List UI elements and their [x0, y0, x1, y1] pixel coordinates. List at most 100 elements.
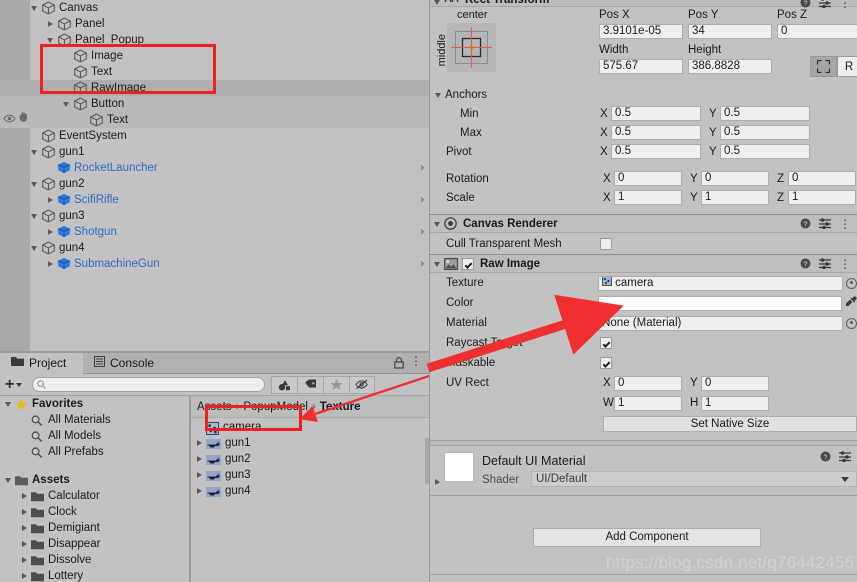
project-file-item-gun2[interactable]: gun2 — [191, 451, 430, 467]
kebab-menu-icon[interactable]: ⋮ — [839, 218, 851, 230]
uv-rect-y-field[interactable]: 0 — [701, 375, 769, 391]
foldout-arrow-icon[interactable] — [433, 0, 444, 7]
hierarchy-item-gun1[interactable]: gun1 — [0, 144, 430, 160]
project-tree-item-calculator[interactable]: Calculator — [0, 488, 189, 504]
project-file-item-camera[interactable]: camera — [191, 419, 430, 435]
hierarchy-project-splitter[interactable] — [0, 351, 430, 353]
preset-icon[interactable] — [839, 450, 851, 465]
foldout-arrow-icon[interactable] — [62, 48, 73, 64]
anchor-min-y-field[interactable]: 0.5 — [720, 106, 810, 121]
foldout-arrow-icon[interactable] — [195, 483, 206, 499]
help-icon[interactable]: ? — [820, 451, 831, 465]
hierarchy-item-panel[interactable]: Panel — [0, 16, 430, 32]
project-tree-item-all-materials[interactable]: All Materials — [0, 412, 189, 428]
uv-rect-w-field[interactable]: 1 — [614, 395, 682, 411]
preset-icon[interactable] — [819, 257, 831, 272]
hierarchy-item-canvas[interactable]: Canvas — [0, 0, 430, 16]
foldout-arrow-icon[interactable] — [30, 176, 41, 192]
maskable-checkbox[interactable] — [600, 357, 612, 369]
foldout-arrow-icon[interactable] — [46, 16, 57, 32]
rotation-y-field[interactable]: 0 — [701, 171, 769, 186]
material-foldout-arrow-icon[interactable] — [433, 474, 444, 490]
anchor-preset-button[interactable] — [447, 23, 496, 72]
pos-z-field[interactable]: 0 — [777, 24, 857, 39]
project-file-list[interactable]: Assets › PopupModel › Texture camera gun1 gun2… — [191, 396, 430, 582]
texture-row[interactable]: Texture camera — [430, 273, 857, 293]
anchor-max-y-field[interactable]: 0.5 — [720, 125, 810, 140]
foldout-arrow-icon[interactable] — [46, 224, 57, 240]
anchor-max-x-field[interactable]: 0.5 — [611, 125, 701, 140]
project-file-item-gun3[interactable]: gun3 — [191, 467, 430, 483]
rotation-x-field[interactable]: 0 — [614, 171, 682, 186]
anchor-min-row[interactable]: Min X 0.5 Y 0.5 — [430, 104, 857, 123]
height-field[interactable]: 386.8828 — [688, 59, 772, 74]
pivot-x-field[interactable]: 0.5 — [611, 144, 701, 159]
component-header-raw-image[interactable]: Raw Image ? ⋮ — [430, 254, 857, 273]
foldout-arrow-icon[interactable] — [62, 64, 73, 80]
pickability-hand-icon[interactable] — [19, 112, 31, 128]
foldout-arrow-icon[interactable] — [20, 444, 31, 460]
favorite-star-icon[interactable] — [323, 375, 350, 394]
hierarchy-item-gun4[interactable]: gun4 — [0, 240, 430, 256]
chevron-right-icon[interactable]: › — [420, 256, 424, 272]
foldout-arrow-icon[interactable] — [195, 435, 206, 451]
raycast-target-row[interactable]: Raycast Target — [430, 333, 857, 353]
color-row[interactable]: Color — [430, 293, 857, 313]
visibility-eye-icon[interactable] — [3, 112, 16, 128]
texture-object-picker-icon[interactable] — [846, 277, 857, 289]
hierarchy-item-button[interactable]: Button — [0, 96, 430, 112]
foldout-arrow-icon[interactable] — [195, 451, 206, 467]
cull-transparent-mesh-row[interactable]: Cull Transparent Mesh — [430, 233, 857, 254]
breadcrumb-item-texture[interactable]: Texture — [320, 396, 361, 418]
rotation-z-field[interactable]: 0 — [788, 171, 856, 186]
hierarchy-item-text[interactable]: Text — [0, 64, 430, 80]
rotation-row[interactable]: Rotation X 0 Y 0 Z 0 — [430, 169, 857, 188]
foldout-arrow-icon[interactable] — [20, 568, 31, 582]
hidden-packages-icon[interactable] — [349, 375, 376, 394]
inspector-panel[interactable]: Rect Transform ? ⋮ center middle Pos X P… — [430, 0, 857, 582]
breadcrumb[interactable]: Assets › PopupModel › Texture — [191, 396, 430, 418]
chevron-right-icon[interactable]: › — [420, 224, 424, 240]
foldout-arrow-icon[interactable] — [30, 208, 41, 224]
project-tabbar[interactable]: Project Console ⋮ — [0, 352, 430, 374]
help-icon[interactable]: ? — [800, 258, 811, 272]
width-field[interactable]: 575.67 — [599, 59, 683, 74]
foldout-arrow-icon[interactable] — [78, 112, 89, 128]
tab-console[interactable]: Console — [83, 352, 166, 374]
label-tag-icon[interactable] — [297, 375, 324, 394]
foldout-arrow-icon[interactable] — [30, 0, 41, 16]
foldout-arrow-icon[interactable] — [62, 96, 73, 112]
hierarchy-tree[interactable]: Canvas Panel Panel_Popup Image Text RawImage B… — [0, 0, 430, 272]
foldout-arrow-icon[interactable] — [20, 552, 31, 568]
foldout-arrow-icon[interactable] — [20, 536, 31, 552]
hierarchy-item-rocketlauncher[interactable]: RocketLauncher › — [0, 160, 430, 176]
foldout-arrow-icon[interactable] — [62, 80, 73, 96]
add-component-row[interactable]: Add Component — [430, 526, 857, 548]
visibility-toggles[interactable] — [3, 112, 31, 128]
kebab-menu-icon[interactable]: ⋮ — [410, 355, 422, 367]
create-plus-button[interactable]: + — [5, 376, 23, 392]
hierarchy-item-scifirifle[interactable]: ScifiRifle › — [0, 192, 430, 208]
hierarchy-item-panel_popup[interactable]: Panel_Popup — [0, 32, 430, 48]
breadcrumb-item-popupmodel[interactable]: PopupModel — [243, 396, 308, 418]
foldout-arrow-icon[interactable] — [433, 256, 444, 272]
foldout-arrow-icon[interactable] — [30, 144, 41, 160]
project-tree-item-disappear[interactable]: Disappear — [0, 536, 189, 552]
shader-dropdown[interactable]: UI/Default — [531, 471, 857, 487]
uv-rect-xy-row[interactable]: UV Rect X 0 Y 0 — [430, 373, 857, 393]
uv-rect-h-field[interactable]: 1 — [701, 395, 769, 411]
foldout-arrow-icon[interactable] — [46, 32, 57, 48]
chevron-right-icon[interactable]: › — [420, 192, 424, 208]
project-tree-item-lottery[interactable]: Lottery — [0, 568, 189, 582]
component-header-canvas-renderer[interactable]: Canvas Renderer ? ⋮ — [430, 214, 857, 233]
color-swatch-field[interactable] — [597, 295, 842, 311]
scale-z-field[interactable]: 1 — [788, 190, 856, 205]
foldout-arrow-icon[interactable] — [433, 216, 444, 232]
hierarchy-panel[interactable]: Canvas Panel Panel_Popup Image Text RawImage B… — [0, 0, 430, 352]
uv-rect-wh-row[interactable]: W 1 H 1 — [430, 393, 857, 413]
help-icon[interactable]: ? — [800, 218, 811, 232]
hierarchy-item-rawimage[interactable]: RawImage — [0, 80, 430, 96]
maskable-row[interactable]: Maskable — [430, 353, 857, 373]
hierarchy-item-submachinegun[interactable]: SubmachineGun › — [0, 256, 430, 272]
project-tree-item-assets[interactable]: Assets — [0, 472, 189, 488]
